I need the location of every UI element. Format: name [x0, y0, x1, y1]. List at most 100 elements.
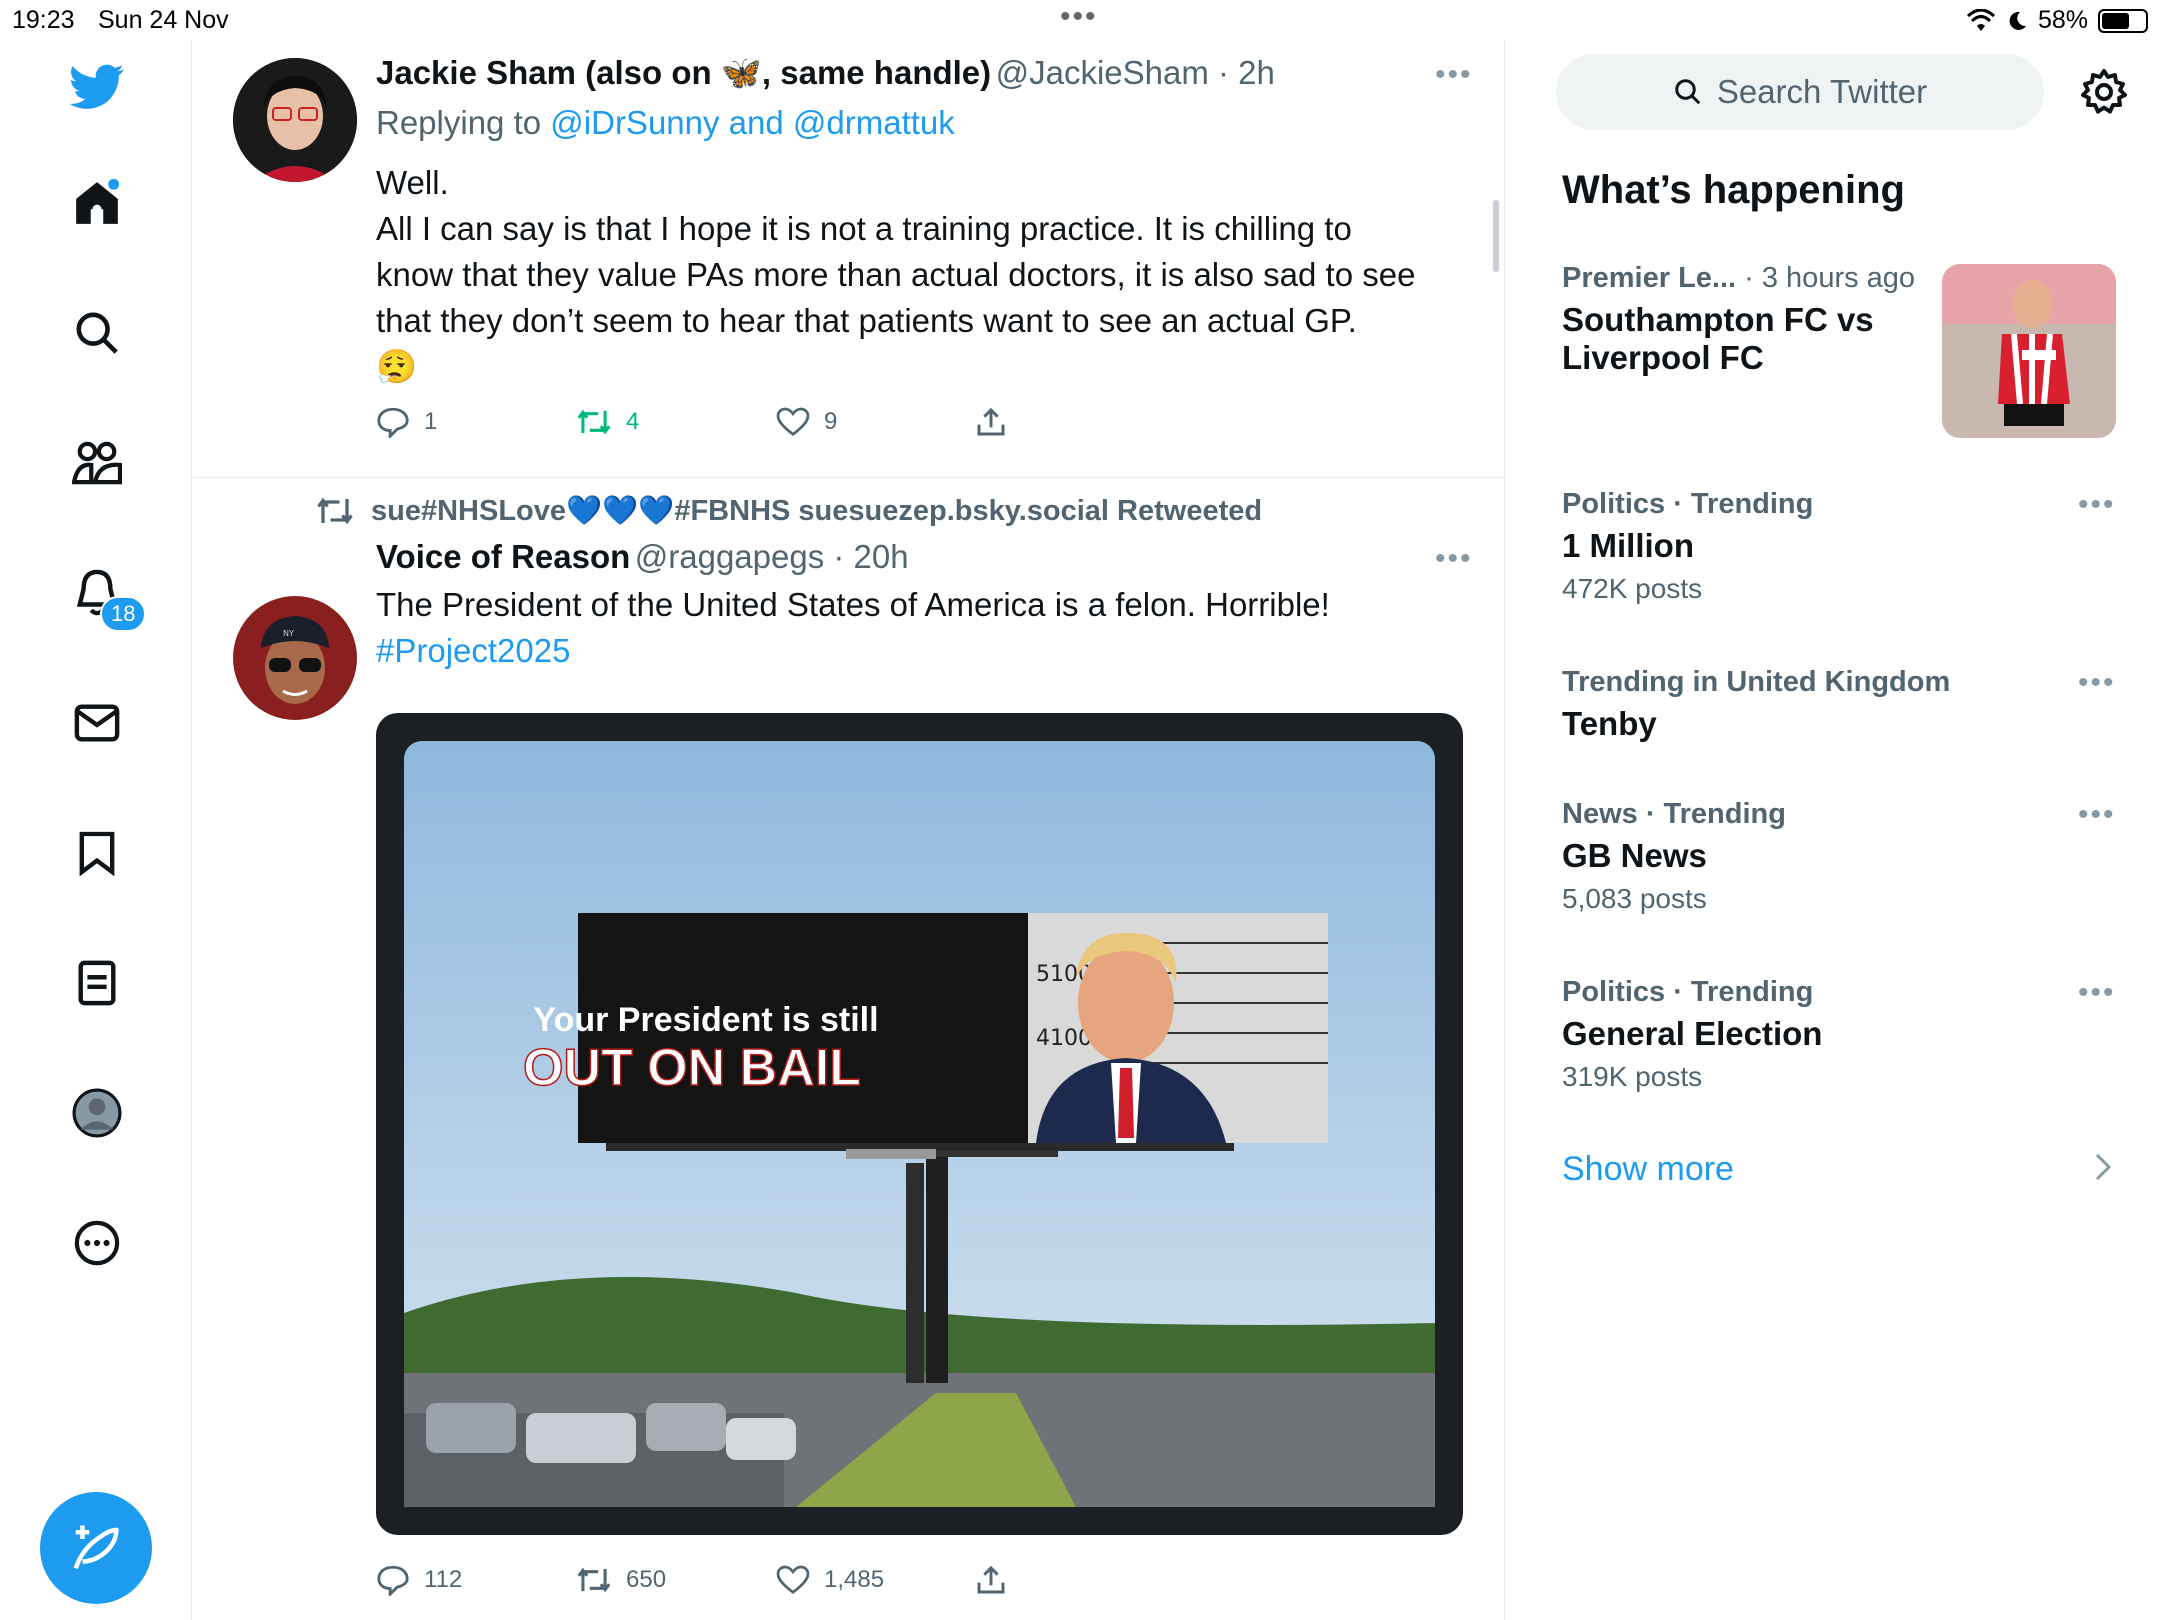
- like-count: 9: [824, 408, 838, 435]
- status-date: Sun 24 Nov: [98, 6, 229, 34]
- multitask-dots-icon[interactable]: •••: [1060, 0, 1098, 34]
- retweet-icon: [577, 1567, 611, 1593]
- trend-meta: Politics · Trending: [1562, 488, 1814, 520]
- reply-button[interactable]: 112: [376, 1564, 576, 1596]
- tweet-text-line: know that they value PAs more than actua…: [376, 256, 1416, 293]
- trend-more-icon[interactable]: •••: [2078, 488, 2116, 522]
- trend-more-icon[interactable]: •••: [2078, 666, 2116, 700]
- svg-text:NY: NY: [283, 629, 294, 638]
- retweet-button[interactable]: 4: [576, 406, 776, 438]
- trend-count: 319K posts: [1562, 1061, 1703, 1092]
- trend-meta: News · Trending: [1562, 798, 1786, 830]
- status-right: 58%: [1966, 6, 2148, 35]
- featured-trend-image[interactable]: [1942, 264, 2116, 438]
- retweet-icon: [317, 497, 353, 525]
- chevron-right-icon[interactable]: [2092, 1152, 2114, 1187]
- nav-bookmarks-icon[interactable]: [62, 818, 132, 888]
- search-input[interactable]: Search Twitter: [1556, 54, 2044, 130]
- tweet-text-line: Well.: [376, 164, 449, 201]
- nav-home-icon[interactable]: [62, 168, 132, 238]
- tweet-text-line: that they don’t seem to hear that patien…: [376, 302, 1357, 339]
- retweeted-by-label[interactable]: sue#NHSLove💙💙💙#FBNHS suesuezep.bsky.soci…: [371, 494, 1262, 528]
- more-options-icon[interactable]: •••: [1435, 542, 1473, 576]
- retweet-count: 650: [626, 1566, 667, 1593]
- right-sidebar: Search Twitter What’s happening Premier …: [1506, 40, 2160, 1620]
- replying-to-link[interactable]: @iDrSunny and @drmattuk: [550, 104, 955, 141]
- like-button[interactable]: 9: [776, 406, 976, 438]
- search-icon: [1675, 79, 1701, 105]
- nav-search-icon[interactable]: [62, 298, 132, 368]
- trend-count: 5,083 posts: [1562, 883, 1707, 914]
- dot-separator: ·: [1208, 54, 1239, 91]
- trend-title: GB News: [1562, 837, 1707, 874]
- like-count: 1,485: [824, 1566, 885, 1593]
- moon-icon: [2009, 11, 2026, 30]
- trend-item[interactable]: News · Trending GB News 5,083 posts: [1562, 798, 2122, 915]
- avatar[interactable]: [233, 58, 357, 182]
- tweet-header: Voice of Reason @raggapegs · 20h: [376, 538, 909, 576]
- trend-title: General Election: [1562, 1015, 1823, 1052]
- nav-lists-icon[interactable]: [62, 948, 132, 1018]
- hashtag-link[interactable]: #Project2025: [376, 628, 1466, 674]
- tweet-text-line: The President of the United States of Am…: [376, 586, 1330, 623]
- trend-more-icon[interactable]: •••: [2078, 976, 2116, 1010]
- retweet-icon: [577, 409, 611, 435]
- compose-tweet-button[interactable]: [40, 1492, 152, 1604]
- trend-item[interactable]: Politics · Trending General Election 319…: [1562, 976, 2122, 1093]
- dot-separator: ·: [824, 538, 854, 575]
- tweet-media-image[interactable]: 5100 4100 Your President is still OUT ON…: [376, 713, 1463, 1535]
- author-handle[interactable]: @JackieSham: [996, 54, 1209, 91]
- retweeted-by: sue#NHSLove💙💙💙#FBNHS suesuezep.bsky.soci…: [315, 494, 1262, 528]
- show-more-link[interactable]: Show more: [1562, 1150, 1734, 1189]
- share-button[interactable]: [976, 1564, 1176, 1596]
- tweet-text: Well. All I can say is that I hope it is…: [376, 160, 1466, 390]
- heart-icon: [776, 407, 810, 436]
- reply-button[interactable]: 1: [376, 406, 576, 438]
- tweet-time[interactable]: 20h: [854, 538, 909, 575]
- trend-title: 1 Million: [1562, 527, 1694, 564]
- nav-communities-icon[interactable]: [62, 428, 132, 498]
- trend-meta: Politics · Trending: [1562, 976, 1814, 1008]
- tweet[interactable]: Jackie Sham (also on 🦋, same handle) @Ja…: [193, 40, 1505, 477]
- reply-icon: [377, 407, 409, 438]
- share-button[interactable]: [976, 406, 1176, 438]
- featured-time: · 3 hours ago: [1744, 262, 1916, 294]
- nav-profile-avatar-icon[interactable]: [62, 1078, 132, 1148]
- replying-label: Replying to: [376, 104, 542, 141]
- settings-gear-icon[interactable]: [2080, 68, 2128, 121]
- avatar[interactable]: NY: [233, 596, 357, 720]
- trend-count: 472K posts: [1562, 573, 1703, 604]
- author-name[interactable]: Jackie Sham (also on 🦋, same handle): [376, 54, 991, 91]
- tweet-text-emoji: 😮‍💨: [376, 348, 418, 385]
- billboard-text-line1: Your President is still: [533, 1001, 878, 1039]
- tweet-text: The President of the United States of Am…: [376, 582, 1466, 674]
- more-options-icon[interactable]: •••: [1435, 58, 1473, 92]
- retweet-count: 4: [626, 408, 640, 435]
- trend-item[interactable]: Trending in United Kingdom Tenby: [1562, 666, 2122, 743]
- author-name[interactable]: Voice of Reason: [376, 538, 630, 575]
- reply-count: 112: [424, 1566, 463, 1593]
- wifi-icon: [1966, 8, 1995, 31]
- twitter-logo-icon[interactable]: [62, 52, 132, 122]
- nav-more-icon[interactable]: [62, 1208, 132, 1278]
- like-button[interactable]: 1,485: [776, 1564, 976, 1596]
- feed-scrollbar[interactable]: [1493, 200, 1499, 272]
- status-time: 19:23: [12, 6, 75, 34]
- trend-item[interactable]: Politics · Trending 1 Million 472K posts: [1562, 488, 2122, 605]
- timeline-feed: Jackie Sham (also on 🦋, same handle) @Ja…: [193, 40, 1505, 1620]
- retweet-button[interactable]: 650: [576, 1564, 776, 1596]
- replying-to: Replying to @iDrSunny and @drmattuk: [376, 100, 955, 146]
- trend-more-icon[interactable]: •••: [2078, 798, 2116, 832]
- author-handle[interactable]: @raggapegs: [635, 538, 824, 575]
- left-nav: 18: [0, 40, 192, 1620]
- tweet-time[interactable]: 2h: [1238, 54, 1275, 91]
- nav-messages-icon[interactable]: [62, 688, 132, 758]
- tweet[interactable]: sue#NHSLove💙💙💙#FBNHS suesuezep.bsky.soci…: [193, 478, 1505, 1620]
- status-bar: 19:23 Sun 24 Nov ••• 58%: [0, 0, 2160, 40]
- notifications-badge: 18: [100, 596, 147, 632]
- battery-icon: [2098, 8, 2148, 33]
- trend-meta: Trending in United Kingdom: [1562, 666, 1951, 698]
- tweet-actions: 1 4 9: [376, 406, 1176, 438]
- trend-title: Tenby: [1562, 705, 1657, 742]
- reply-count: 1: [424, 408, 438, 435]
